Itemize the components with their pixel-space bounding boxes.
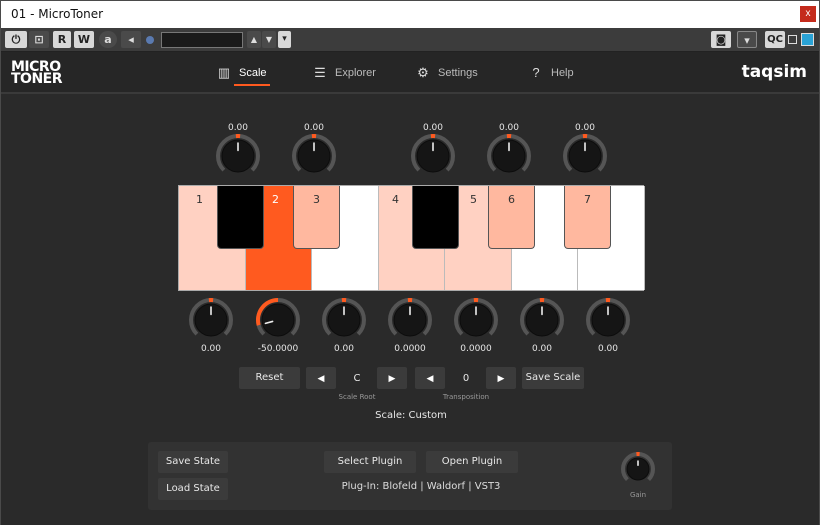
transposition-caption: Transposition [442, 393, 490, 401]
host-plugin-panel: Save State Load State Select Plugin Open… [148, 442, 672, 510]
key-label: 1 [196, 193, 203, 206]
bottom-knob-value: -50.0000 [257, 344, 299, 354]
key-label: 6 [508, 193, 515, 206]
close-button[interactable]: x [800, 6, 816, 22]
plugin-window: 01 - MicroToner x ⏻ ⊡ R W a ◂ ▲ ▼ ▾ ◙ ▾ … [0, 0, 820, 525]
host-toolbar: ⏻ ⊡ R W a ◂ ▲ ▼ ▾ ◙ ▾ QC [1, 28, 819, 52]
top-knob-value: 0.00 [574, 123, 596, 133]
tuning-knob[interactable] [256, 298, 300, 342]
camera-button[interactable]: ◙ [711, 31, 731, 48]
plugin-header: MICRO TONER ▥ Scale ☰ Explorer ⚙ Setting… [1, 52, 819, 94]
piano-keyboard: 1 2 4 5 3 6 7 [178, 185, 645, 291]
tab-help[interactable]: ? Help [529, 65, 574, 80]
active-tab-indicator [234, 84, 270, 86]
tab-scale[interactable]: ▥ Scale [217, 65, 267, 81]
tuning-knob[interactable] [563, 134, 607, 178]
help-icon: ? [532, 65, 540, 80]
key-label: 3 [313, 193, 320, 206]
open-plugin-button[interactable]: Open Plugin [426, 451, 518, 473]
tuning-knob[interactable] [411, 134, 455, 178]
piano-icon: ▥ [217, 65, 231, 80]
microtoner-logo: MICRO TONER [11, 60, 63, 87]
status-dot-icon [146, 36, 154, 44]
write-automation-button[interactable]: W [74, 31, 94, 48]
load-state-button[interactable]: Load State [158, 478, 228, 500]
gain-caption: Gain [629, 491, 647, 499]
preset-menu-button[interactable]: ▾ [278, 31, 291, 48]
tab-help-label: Help [551, 66, 574, 79]
tab-settings[interactable]: ⚙ Settings [416, 65, 478, 81]
bottom-knob-value: 0.0000 [394, 344, 426, 354]
black-key[interactable] [412, 186, 459, 249]
tuning-knob[interactable] [388, 298, 432, 342]
gear-icon: ⚙ [417, 65, 429, 80]
transposition-prev-button[interactable]: ◀ [415, 367, 445, 389]
tuning-knob[interactable] [586, 298, 630, 342]
bottom-knob-value: 0.00 [200, 344, 222, 354]
preset-up-button[interactable]: ▲ [247, 31, 261, 48]
reset-button[interactable]: Reset [239, 367, 300, 389]
tuning-knob[interactable] [292, 134, 336, 178]
black-key[interactable] [217, 186, 264, 249]
tab-explorer[interactable]: ☰ Explorer [313, 65, 376, 81]
tab-settings-label: Settings [438, 67, 478, 79]
title-bar: 01 - MicroToner x [1, 1, 819, 28]
bottom-knob-value: 0.00 [597, 344, 619, 354]
scale-root-caption: Scale Root [338, 393, 376, 401]
tuning-knob[interactable] [216, 134, 260, 178]
qc-button[interactable]: QC [765, 31, 785, 48]
scale-root-prev-button[interactable]: ◀ [306, 367, 336, 389]
select-plugin-button[interactable]: Select Plugin [324, 451, 416, 473]
auto-button[interactable]: a [99, 31, 117, 48]
read-automation-button[interactable]: R [53, 31, 71, 48]
tuning-knob[interactable] [487, 134, 531, 178]
save-state-button[interactable]: Save State [158, 451, 228, 473]
color-swatch-icon[interactable] [801, 33, 814, 46]
bottom-knob-value: 0.0000 [460, 344, 492, 354]
gain-knob[interactable] [621, 452, 655, 486]
bottom-knob-value: 0.00 [531, 344, 553, 354]
top-knob-value: 0.00 [498, 123, 520, 133]
key-label: 4 [392, 193, 399, 206]
preset-down-button[interactable]: ▼ [262, 31, 276, 48]
tab-explorer-label: Explorer [335, 67, 376, 79]
tuning-knob[interactable] [322, 298, 366, 342]
tuning-knob[interactable] [189, 298, 233, 342]
tab-scale-label: Scale [239, 67, 267, 79]
lock-icon[interactable] [788, 35, 797, 44]
scale-root-value: C [353, 373, 361, 384]
preset-input[interactable] [161, 32, 243, 48]
bypass-button[interactable]: ⊡ [29, 31, 49, 48]
key-label: 7 [584, 193, 591, 206]
prev-preset-button[interactable]: ◂ [121, 31, 141, 48]
transposition-value: 0 [462, 373, 470, 384]
top-knob-value: 0.00 [422, 123, 444, 133]
transposition-next-button[interactable]: ▶ [486, 367, 516, 389]
top-knob-value: 0.00 [227, 123, 249, 133]
key-label: 2 [272, 193, 279, 206]
taqsim-logo: taqsim [741, 62, 807, 82]
tuning-knob[interactable] [520, 298, 564, 342]
tuning-knob[interactable] [454, 298, 498, 342]
plugin-info: Plug-In: Blofeld | Waldorf | VST3 [341, 481, 501, 492]
plugin-ui: MICRO TONER ▥ Scale ☰ Explorer ⚙ Setting… [1, 52, 819, 525]
logo-line2: TONER [11, 71, 63, 87]
top-knob-value: 0.00 [303, 123, 325, 133]
save-scale-button[interactable]: Save Scale [522, 367, 584, 389]
scale-root-next-button[interactable]: ▶ [377, 367, 407, 389]
power-button[interactable]: ⏻ [5, 31, 27, 48]
key-label: 5 [470, 193, 477, 206]
window-title: 01 - MicroToner [11, 7, 104, 21]
scale-name: Scale: Custom [375, 410, 447, 421]
bottom-knob-value: 0.00 [333, 344, 355, 354]
options-dropdown[interactable]: ▾ [737, 31, 757, 48]
list-icon: ☰ [314, 65, 326, 80]
